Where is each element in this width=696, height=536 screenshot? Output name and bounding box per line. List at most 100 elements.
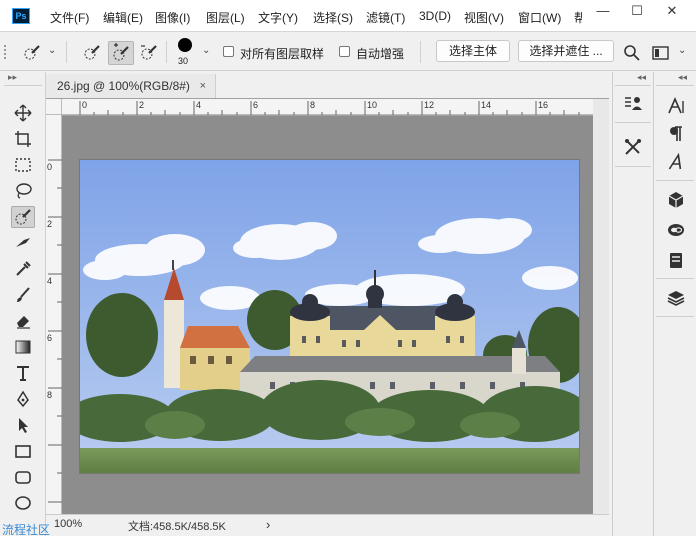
ruler-v-label: 0 [47,162,53,172]
eyedropper-tool-icon[interactable] [11,258,35,280]
eraser-tool-icon[interactable] [11,310,35,332]
separator [615,166,651,167]
type-tool-icon[interactable] [11,362,35,384]
document-tab-title: 26.jpg @ 100%(RGB/8#) [57,79,190,93]
ruler-h-label: 6 [253,100,259,110]
artboard-tool-icon[interactable] [11,128,35,150]
gradient-tool-icon[interactable] [11,336,35,358]
separator [656,85,694,86]
quick-selection-tool-icon[interactable] [11,206,35,228]
ruler-h-label: 10 [367,100,378,110]
panel-dock-2: ◂◂ [653,72,696,536]
quick-select-preset-icon[interactable] [22,43,42,63]
menu-select[interactable]: 选择(S) [313,9,353,26]
ruler-h-label: 12 [424,100,435,110]
panel-collapse-icon[interactable]: ◂◂ [678,72,687,84]
brush-dropdown-icon[interactable]: ⌄ [202,45,210,56]
ruler-v-label: 2 [47,219,53,229]
marquee-tool-icon[interactable] [11,154,35,176]
menu-edit[interactable]: 编辑(E) [103,9,143,26]
rectangle-tool-icon[interactable] [11,440,35,462]
ellipse-tool-icon[interactable] [11,492,35,514]
separator [656,316,694,317]
tools-panel: ▸▸ [0,72,46,536]
new-selection-icon[interactable] [82,43,102,63]
auto-enhance-checkbox[interactable] [339,46,350,57]
separator [656,180,694,181]
ruler-v-label: 6 [47,333,53,343]
3d-panel-icon[interactable] [664,188,688,212]
select-subject-button[interactable]: 选择主体 [436,40,510,62]
document-tab[interactable]: 26.jpg @ 100%(RGB/8#) × [46,74,216,98]
ruler-h-label: 16 [538,100,549,110]
move-tool-icon[interactable] [11,102,35,124]
close-tab-icon[interactable]: × [200,74,206,98]
brush-size-value: 30 [178,56,189,66]
sample-all-layers-checkbox[interactable] [223,46,234,57]
menu-filter[interactable]: 滤镜(T) [366,9,405,26]
character-panel-icon[interactable] [664,94,688,118]
menu-bar: Ps 文件(F) 编辑(E) 图像(I) 图层(L) 文字(Y) 选择(S) 滤… [0,0,696,32]
menu-help[interactable]: 帮 [574,9,582,26]
crop-tool-icon[interactable] [11,232,35,254]
vertical-ruler[interactable]: 0 2 4 6 8 [46,115,62,516]
libraries-panel-icon[interactable] [664,218,688,242]
ruler-h-label: 8 [310,100,316,110]
brush-preview-icon[interactable] [178,38,192,52]
vertical-scrollbar[interactable] [593,99,609,516]
menu-window[interactable]: 窗口(W) [518,9,561,26]
separator [656,278,694,279]
ruler-v-ticks [48,159,62,503]
glyphs-panel-icon[interactable] [664,150,688,174]
separator [420,41,421,63]
select-and-mask-button[interactable]: 选择并遮住 ... [518,40,614,62]
minimize-button[interactable]: — [586,0,620,22]
ruler-v-label: 4 [47,276,53,286]
document-canvas-image[interactable] [80,160,579,473]
menu-layer[interactable]: 图层(L) [206,9,245,26]
ruler-h-label: 4 [196,100,202,110]
menu-file[interactable]: 文件(F) [50,9,89,26]
photoshop-logo: Ps [12,8,30,24]
separator [615,85,651,86]
search-icon[interactable] [622,43,642,63]
subtract-from-selection-icon[interactable] [139,43,159,63]
channels-panel-icon[interactable] [664,248,688,272]
auto-enhance-label: 自动增强 [356,47,405,61]
panel-collapse-icon[interactable]: ◂◂ [637,72,646,84]
preset-dropdown-icon[interactable]: ⌄ [48,45,56,56]
watermark-text: 流程社区 [2,523,51,536]
ruler-h-label: 2 [139,100,145,110]
properties-panel-icon[interactable] [621,92,645,116]
pen-tool-icon[interactable] [11,388,35,410]
maximize-button[interactable]: ☐ [620,0,654,22]
workspace-icon[interactable] [651,43,671,63]
add-to-selection-icon[interactable] [108,41,134,65]
castle-photo [80,160,579,473]
separator [66,41,67,63]
close-button[interactable]: ✕ [655,0,689,22]
zoom-level[interactable]: 100% [54,518,82,530]
menu-3d[interactable]: 3D(D) [419,9,451,23]
adjustments-panel-icon[interactable] [621,135,645,159]
options-grip [4,45,8,59]
menu-image[interactable]: 图像(I) [155,9,190,26]
menu-type[interactable]: 文字(Y) [258,9,298,26]
lasso-tool-icon[interactable] [11,180,35,202]
status-menu-arrow-icon[interactable]: › [266,517,270,532]
menu-view[interactable]: 视图(V) [464,9,504,26]
layers-panel-icon[interactable] [664,286,688,310]
horizontal-ruler[interactable]: 0 2 4 6 8 10 12 14 16 [62,99,593,115]
ruler-h-label: 0 [82,100,88,110]
brush-tool-icon[interactable] [11,284,35,306]
status-bar: 100% 文档:458.5K/458.5K › [46,514,609,536]
workspace-dropdown-icon[interactable]: ⌄ [678,45,686,56]
separator [4,85,42,86]
paragraph-panel-icon[interactable] [664,122,688,146]
ruler-origin[interactable] [46,99,62,115]
rounded-rectangle-icon[interactable] [11,466,35,488]
document-size-info: 文档:458.5K/458.5K [128,521,226,533]
separator [166,41,167,63]
toolbar-collapse-icon[interactable]: ▸▸ [8,72,17,83]
path-selection-tool-icon[interactable] [11,414,35,436]
